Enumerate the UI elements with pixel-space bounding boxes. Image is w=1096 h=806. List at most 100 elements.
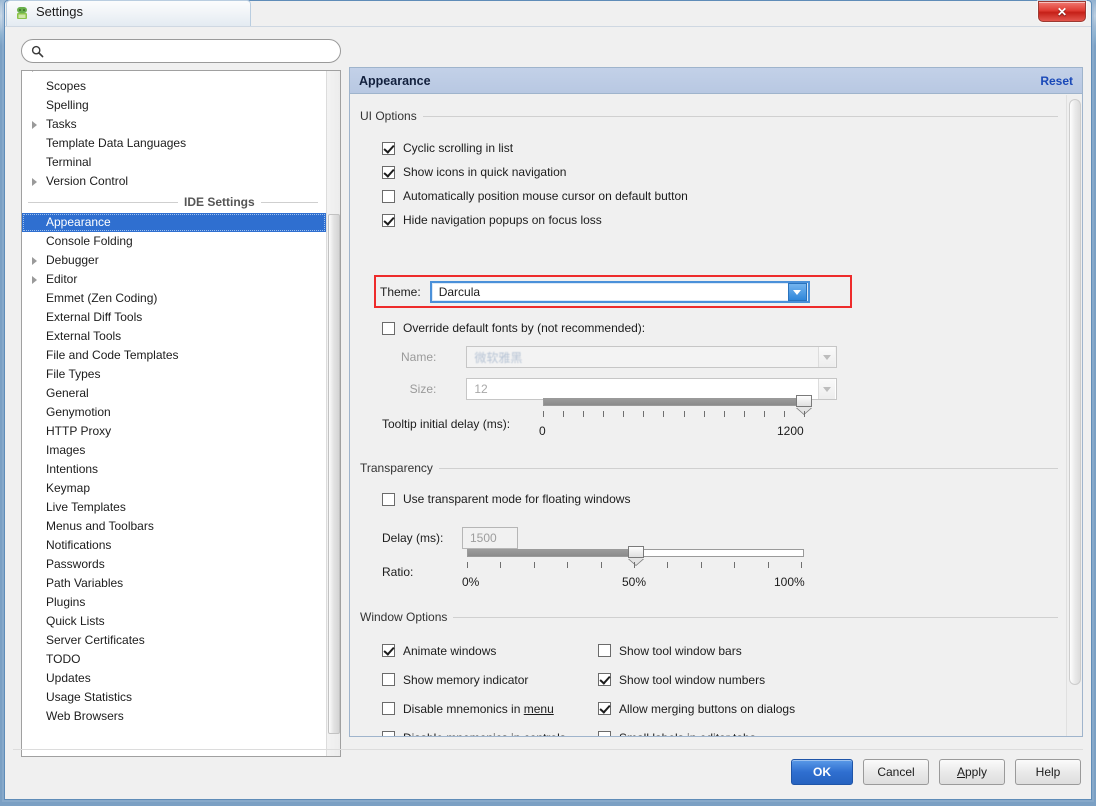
chevron-right-icon[interactable]: [32, 178, 37, 186]
sidebar-item-appearance[interactable]: Appearance: [22, 213, 326, 232]
checkbox-unchecked-icon[interactable]: [382, 189, 395, 203]
theme-combobox[interactable]: Darcula: [429, 281, 810, 303]
sidebar-item-images[interactable]: Images: [22, 441, 326, 460]
sidebar-item-label: TODO: [46, 652, 81, 666]
sidebar-item-label: File and Code Templates: [46, 348, 179, 362]
chevron-right-icon[interactable]: [32, 276, 37, 284]
ui-options-group: UI Options: [360, 109, 1058, 123]
checkbox-cyclic-scrolling-in-list[interactable]: Cyclic scrolling in list: [382, 136, 688, 160]
cancel-button[interactable]: Cancel: [863, 759, 929, 785]
use-transparent-row[interactable]: Use transparent mode for floating window…: [382, 488, 630, 510]
override-fonts-row[interactable]: Override default fonts by (not recommend…: [382, 317, 645, 339]
detail-scrollbar[interactable]: [1066, 95, 1082, 736]
checkbox-unchecked-icon[interactable]: [382, 673, 395, 686]
sidebar-item-http-proxy[interactable]: HTTP Proxy: [22, 422, 326, 441]
checkbox-show-tool-window-numbers[interactable]: Show tool window numbers: [598, 665, 795, 694]
sidebar-scrollbar[interactable]: [326, 71, 340, 756]
sidebar-item-tasks[interactable]: Tasks: [22, 115, 326, 134]
checkbox-unchecked-icon[interactable]: [382, 492, 395, 506]
search-box[interactable]: [21, 39, 341, 63]
checkbox-show-icons-in-quick-navigation[interactable]: Show icons in quick navigation: [382, 160, 688, 184]
sidebar-item-editor[interactable]: Editor: [22, 270, 326, 289]
slider-thumb[interactable]: [796, 395, 812, 407]
sidebar-item-keymap[interactable]: Keymap: [22, 479, 326, 498]
close-button[interactable]: ✕: [1038, 1, 1086, 22]
sidebar-item-menus-and-toolbars[interactable]: Menus and Toolbars: [22, 517, 326, 536]
apply-button[interactable]: Apply: [939, 759, 1005, 785]
checkbox-checked-icon[interactable]: [382, 165, 395, 179]
slider-tick: [543, 411, 544, 417]
sidebar-item-template-data-languages[interactable]: Template Data Languages: [22, 134, 326, 153]
checkbox-animate-windows[interactable]: Animate windows: [382, 636, 566, 665]
checkbox-use-transparent-mode-for-floating-windows[interactable]: Use transparent mode for floating window…: [382, 488, 630, 510]
slider-thumb[interactable]: [628, 546, 644, 558]
help-button[interactable]: Help: [1015, 759, 1081, 785]
sidebar-item-plugins[interactable]: Plugins: [22, 593, 326, 612]
sidebar-item-web-browsers[interactable]: Web Browsers: [22, 707, 326, 726]
chevron-down-icon[interactable]: [787, 283, 807, 301]
search-icon: [31, 45, 44, 58]
sidebar-item-version-control[interactable]: Version Control: [22, 172, 326, 191]
sidebar-item-external-diff-tools[interactable]: External Diff Tools: [22, 308, 326, 327]
sidebar-item-scopes[interactable]: Scopes: [22, 77, 326, 96]
tooltip-delay-slider[interactable]: 0 1200: [539, 392, 818, 442]
checkbox-override-default-fonts-by-not-recommended[interactable]: Override default fonts by (not recommend…: [382, 317, 645, 339]
sidebar-item-external-tools[interactable]: External Tools: [22, 327, 326, 346]
checkbox-label: Show tool window bars: [619, 643, 742, 658]
font-name-combobox: 微软雅黑: [466, 346, 837, 368]
sidebar-item-notifications[interactable]: Notifications: [22, 536, 326, 555]
checkbox-show-tool-window-bars[interactable]: Show tool window bars: [598, 636, 795, 665]
checkbox-unchecked-icon[interactable]: [598, 731, 611, 736]
checkbox-unchecked-icon[interactable]: [382, 321, 395, 335]
slider-tick: [744, 411, 745, 417]
settings-tree-panel: Schemas and DTDsScopesSpellingTasksTempl…: [21, 70, 341, 757]
checkbox-unchecked-icon[interactable]: [598, 644, 611, 657]
reset-link[interactable]: Reset: [1040, 74, 1073, 88]
search-input[interactable]: [49, 44, 319, 58]
sidebar-item-console-folding[interactable]: Console Folding: [22, 232, 326, 251]
checkbox-disable-mnemonics-in-menu[interactable]: Disable mnemonics in menu: [382, 694, 566, 723]
checkbox-automatically-position-mouse-cursor-on-default-button[interactable]: Automatically position mouse cursor on d…: [382, 184, 688, 208]
detail-scrollbar-thumb[interactable]: [1069, 99, 1081, 685]
sidebar-item-debugger[interactable]: Debugger: [22, 251, 326, 270]
sidebar-scrollbar-thumb[interactable]: [328, 214, 340, 734]
sidebar-item-spelling[interactable]: Spelling: [22, 96, 326, 115]
sidebar-item-intentions[interactable]: Intentions: [22, 460, 326, 479]
sidebar-item-todo[interactable]: TODO: [22, 650, 326, 669]
checkbox-checked-icon[interactable]: [598, 673, 611, 686]
ratio-slider[interactable]: 0% 50% 100%: [462, 543, 817, 593]
sidebar-item-passwords[interactable]: Passwords: [22, 555, 326, 574]
checkbox-small-labels-in-editor-tabs[interactable]: Small labels in editor tabs: [598, 723, 795, 736]
checkbox-checked-icon[interactable]: [382, 141, 395, 155]
sidebar-item-server-certificates[interactable]: Server Certificates: [22, 631, 326, 650]
chevron-right-icon[interactable]: [32, 257, 37, 265]
sidebar-item-terminal[interactable]: Terminal: [22, 153, 326, 172]
chevron-right-icon[interactable]: [32, 121, 37, 129]
sidebar-item-updates[interactable]: Updates: [22, 669, 326, 688]
sidebar-item-label: Menus and Toolbars: [46, 519, 154, 533]
window-title: Settings: [36, 4, 83, 19]
ratio-label: Ratio:: [382, 565, 414, 579]
ok-button[interactable]: OK: [791, 759, 853, 785]
checkbox-disable-mnemonics-in-controls[interactable]: Disable mnemonics in controls: [382, 723, 566, 736]
checkbox-checked-icon[interactable]: [382, 213, 395, 227]
theme-label: Theme:: [380, 285, 421, 299]
checkbox-checked-icon[interactable]: [382, 644, 395, 657]
settings-tree: Schemas and DTDsScopesSpellingTasksTempl…: [22, 71, 326, 726]
checkbox-show-memory-indicator[interactable]: Show memory indicator: [382, 665, 566, 694]
sidebar-item-genymotion[interactable]: Genymotion: [22, 403, 326, 422]
checkbox-checked-icon[interactable]: [598, 702, 611, 715]
sidebar-item-general[interactable]: General: [22, 384, 326, 403]
sidebar-item-file-types[interactable]: File Types: [22, 365, 326, 384]
sidebar-item-emmet-zen-coding[interactable]: Emmet (Zen Coding): [22, 289, 326, 308]
sidebar-item-file-and-code-templates[interactable]: File and Code Templates: [22, 346, 326, 365]
sidebar-item-live-templates[interactable]: Live Templates: [22, 498, 326, 517]
checkbox-unchecked-icon[interactable]: [382, 702, 395, 715]
checkbox-unchecked-icon[interactable]: [382, 731, 395, 736]
checkbox-hide-navigation-popups-on-focus-loss[interactable]: Hide navigation popups on focus loss: [382, 208, 688, 232]
sidebar-item-usage-statistics[interactable]: Usage Statistics: [22, 688, 326, 707]
sidebar-item-quick-lists[interactable]: Quick Lists: [22, 612, 326, 631]
chevron-right-icon[interactable]: [32, 71, 37, 72]
checkbox-allow-merging-buttons-on-dialogs[interactable]: Allow merging buttons on dialogs: [598, 694, 795, 723]
sidebar-item-path-variables[interactable]: Path Variables: [22, 574, 326, 593]
